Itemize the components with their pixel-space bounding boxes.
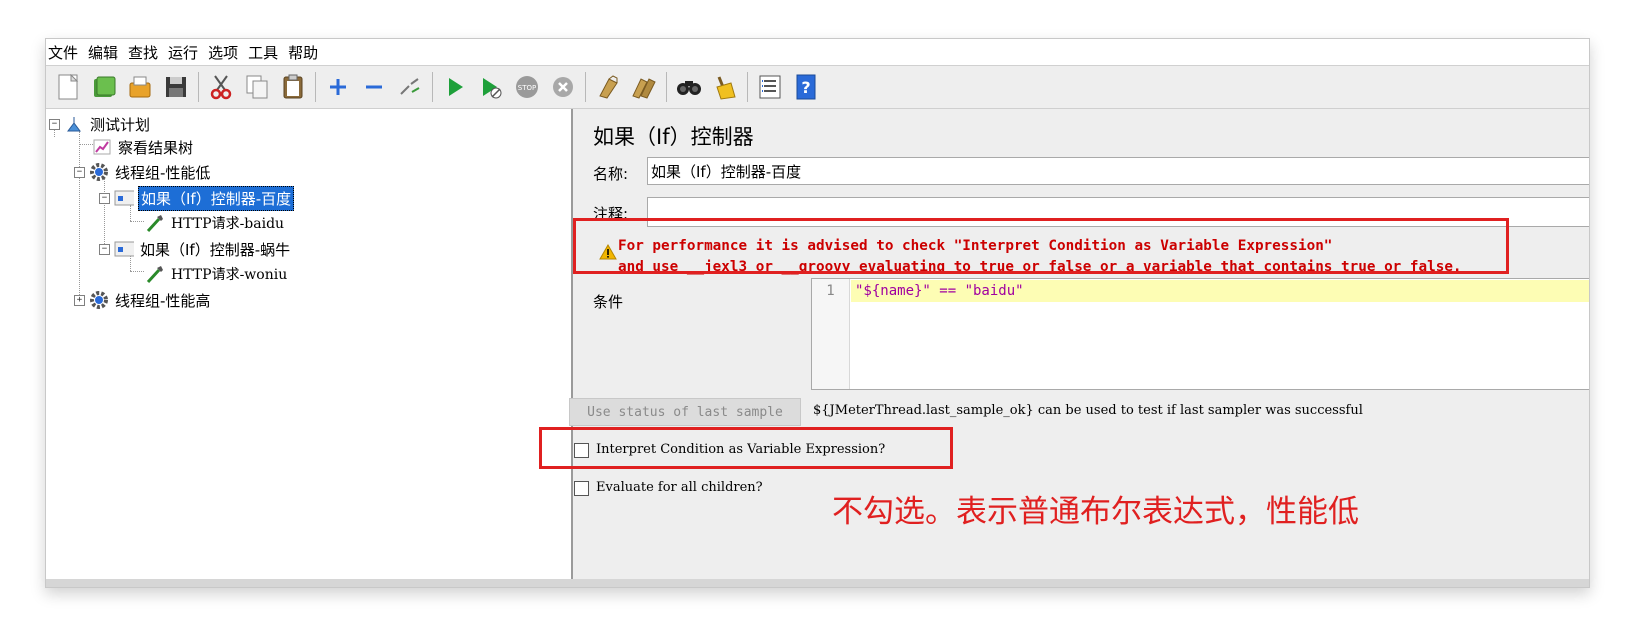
if-controller-icon — [114, 240, 134, 258]
collapse-toggle-icon[interactable]: − — [99, 192, 110, 204]
search-icon[interactable] — [674, 72, 704, 102]
tree-node-if-woniu[interactable]: − 如果（If）控制器-蜗牛 — [99, 238, 292, 260]
menu-file[interactable]: 文件 — [46, 42, 86, 63]
bottom-strip — [46, 579, 1589, 587]
menu-run[interactable]: 运行 — [166, 42, 206, 63]
panel-title: 如果（If）控制器 — [593, 125, 754, 149]
test-plan-tree: − 测试计划 察看结果树 − 线程组-性能低 − 如果（If）控制器-百度 HT… — [46, 109, 573, 587]
name-label: 名称: — [593, 165, 629, 183]
jmeter-window: 文件 编辑 查找 运行 选项 工具 帮助 STOP ? − 测试计划 察看结果树… — [45, 38, 1590, 588]
toolbar-separator — [585, 72, 586, 102]
tree-node-http-woniu[interactable]: HTTP请求-woniu — [145, 263, 289, 285]
start-no-pause-icon[interactable] — [476, 72, 506, 102]
menu-tools[interactable]: 工具 — [246, 42, 286, 63]
status-hint: ${JMeterThread.last_sample_ok} can be us… — [813, 403, 1363, 418]
templates-icon[interactable] — [89, 72, 119, 102]
save-icon[interactable] — [161, 72, 191, 102]
collapse-toggle-icon[interactable]: − — [99, 243, 110, 255]
menu-options[interactable]: 选项 — [206, 42, 246, 63]
cut-icon[interactable] — [206, 72, 236, 102]
tree-node-thread-group-high[interactable]: + 线程组-性能高 — [74, 289, 212, 311]
collapse-toggle-icon[interactable]: − — [49, 118, 60, 130]
toolbar: STOP ? — [46, 66, 1589, 109]
tree-node-thread-group-low[interactable]: − 线程组-性能低 — [74, 161, 212, 183]
help-icon[interactable]: ? — [791, 72, 821, 102]
toolbar-separator — [198, 72, 199, 102]
evaluate-all-children-label[interactable]: Evaluate for all children? — [596, 480, 763, 495]
toolbar-separator — [666, 72, 667, 102]
toolbar-separator — [747, 72, 748, 102]
name-field[interactable]: 如果（If）控制器-百度 — [647, 157, 1589, 185]
start-icon[interactable] — [440, 72, 470, 102]
tree-node-view-results-tree[interactable]: 察看结果树 — [92, 136, 195, 158]
menu-bar: 文件 编辑 查找 运行 选项 工具 帮助 — [46, 39, 1589, 66]
http-sampler-icon — [145, 265, 165, 284]
gear-icon — [89, 291, 109, 309]
listener-chart-icon — [92, 138, 112, 156]
paste-icon[interactable] — [278, 72, 308, 102]
svg-text:?: ? — [801, 78, 810, 97]
collapse-toggle-icon[interactable]: − — [74, 166, 85, 178]
tree-node-test-plan[interactable]: − 测试计划 — [49, 113, 152, 135]
condition-label: 条件 — [593, 293, 624, 311]
line-number-gutter: 1 — [812, 279, 850, 389]
toolbar-separator — [315, 72, 316, 102]
test-plan-icon — [64, 115, 84, 133]
toggle-icon[interactable] — [395, 72, 425, 102]
annotation-text: 不勾选。表示普通布尔表达式，性能低 — [832, 494, 1359, 530]
new-icon[interactable] — [53, 72, 83, 102]
menu-edit[interactable]: 编辑 — [86, 42, 126, 63]
expand-icon[interactable] — [323, 72, 353, 102]
collapse-icon[interactable] — [359, 72, 389, 102]
shutdown-icon[interactable] — [548, 72, 578, 102]
reset-search-icon[interactable] — [710, 72, 740, 102]
gear-icon — [89, 163, 109, 181]
clear-icon[interactable] — [593, 72, 623, 102]
expand-toggle-icon[interactable]: + — [74, 294, 85, 306]
interpret-checkbox-label[interactable]: Interpret Condition as Variable Expressi… — [596, 442, 885, 457]
toolbar-separator — [432, 72, 433, 102]
stop-icon[interactable]: STOP — [512, 72, 542, 102]
copy-icon[interactable] — [242, 72, 272, 102]
evaluate-all-children-checkbox[interactable] — [574, 481, 589, 496]
open-icon[interactable] — [125, 72, 155, 102]
http-sampler-icon — [145, 214, 165, 233]
highlight-box-warning — [573, 218, 1509, 274]
svg-text:STOP: STOP — [518, 84, 536, 92]
menu-help[interactable]: 帮助 — [286, 42, 326, 63]
if-controller-icon — [114, 189, 134, 207]
condition-code-line[interactable]: "${name}" == "baidu" — [851, 280, 1589, 302]
tree-node-if-baidu[interactable]: − 如果（If）控制器-百度 — [99, 185, 295, 211]
use-status-button[interactable]: Use status of last sample — [569, 398, 801, 426]
condition-editor[interactable]: 1 "${name}" == "baidu" — [811, 278, 1589, 390]
tree-node-http-baidu[interactable]: HTTP请求-baidu — [145, 212, 286, 234]
menu-search[interactable]: 查找 — [126, 42, 166, 63]
clear-all-icon[interactable] — [629, 72, 659, 102]
interpret-checkbox[interactable] — [574, 443, 589, 458]
function-helper-icon[interactable] — [755, 72, 785, 102]
